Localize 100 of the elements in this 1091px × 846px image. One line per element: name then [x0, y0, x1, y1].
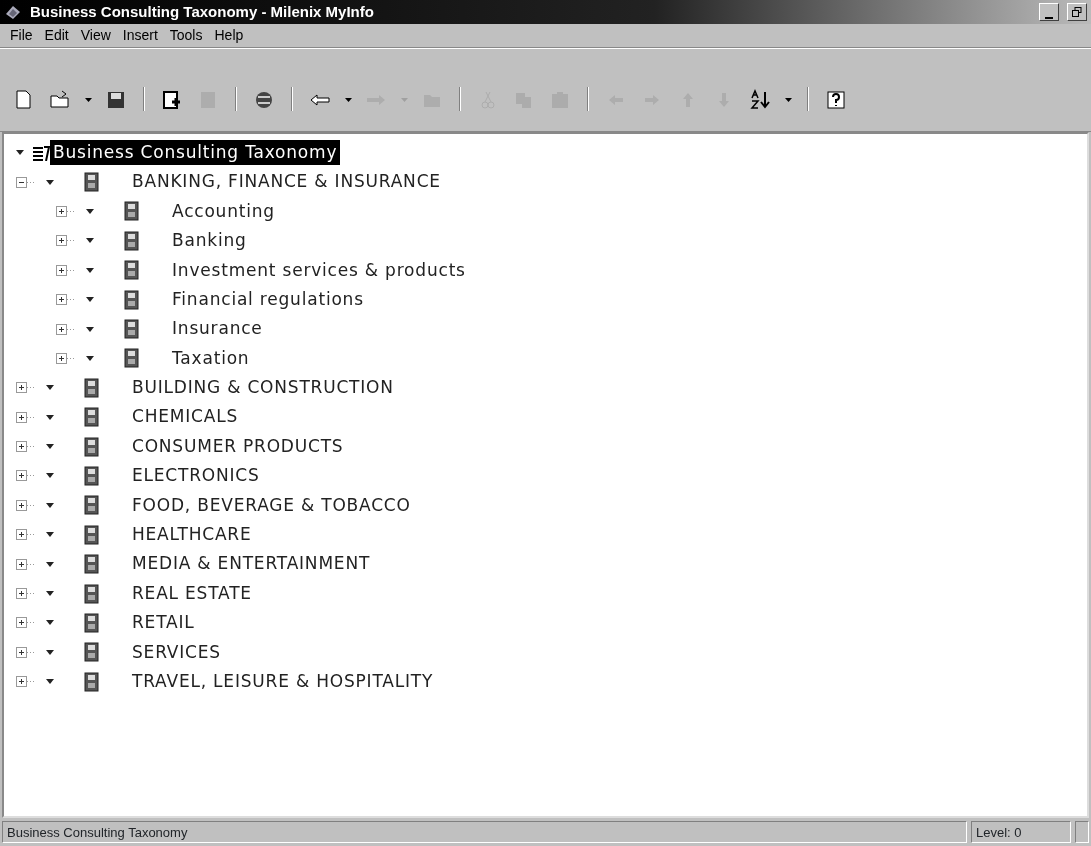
document-icon	[84, 671, 99, 692]
menu-item[interactable]: Edit	[38, 25, 75, 46]
status-text: Business Consulting Taxonomy	[2, 821, 967, 843]
expand-icon	[16, 588, 36, 600]
tree-item[interactable]: BANKING, FINANCE & INSURANCE	[129, 169, 444, 195]
app-icon	[4, 4, 22, 20]
expand-icon	[16, 676, 36, 688]
tree-item[interactable]: FOOD, BEVERAGE & TOBACCO	[129, 492, 414, 519]
caret-icon[interactable]	[86, 297, 94, 303]
document-icon	[84, 377, 99, 398]
document-icon	[84, 554, 99, 575]
caret-icon[interactable]	[86, 326, 94, 332]
document-icon	[124, 289, 139, 310]
caret-icon[interactable]	[46, 620, 54, 626]
caret-icon[interactable]	[46, 414, 54, 420]
document-icon	[84, 612, 99, 633]
tree-item[interactable]: ELECTRONICS	[129, 463, 263, 489]
tree-item[interactable]: Taxation	[169, 345, 253, 372]
caret-icon[interactable]	[46, 561, 54, 567]
tree-item[interactable]: CONSUMER PRODUCTS	[129, 433, 347, 460]
caret-icon[interactable]	[46, 591, 54, 597]
tree-item[interactable]: HEALTHCARE	[129, 522, 255, 548]
caret-icon[interactable]	[86, 238, 94, 244]
expand-icon	[16, 411, 36, 423]
tree-item[interactable]: CHEMICALS	[129, 404, 242, 430]
document-icon	[124, 348, 139, 369]
restore-button[interactable]	[1067, 3, 1087, 21]
tree-item[interactable]: BUILDING & CONSTRUCTION	[129, 375, 397, 401]
expander-button[interactable]	[56, 352, 76, 364]
expand-icon	[56, 205, 76, 217]
document-icon	[84, 583, 99, 604]
caret-icon[interactable]	[16, 150, 24, 156]
caret-icon[interactable]	[46, 179, 54, 185]
menu-item[interactable]: View	[74, 25, 117, 46]
menu-item[interactable]: Help	[208, 25, 250, 46]
expander-button[interactable]	[16, 441, 36, 453]
tree-item[interactable]: Banking	[169, 228, 250, 254]
tree-item[interactable]: SERVICES	[129, 639, 224, 666]
expand-icon	[16, 558, 36, 570]
tree-item[interactable]: TRAVEL, LEISURE & HOSPITALITY	[129, 668, 437, 695]
minimize-button[interactable]	[1039, 3, 1059, 21]
caret-icon[interactable]	[46, 444, 54, 450]
menu-item[interactable]: Insert	[116, 25, 164, 46]
expander-button[interactable]	[56, 205, 76, 217]
tree-item[interactable]: Financial regulations	[169, 286, 367, 313]
expand-icon	[16, 499, 36, 511]
caret-icon	[400, 98, 408, 102]
expander-button[interactable]	[16, 558, 36, 570]
tree-item[interactable]: REAL ESTATE	[129, 580, 255, 607]
expander-button[interactable]	[16, 529, 36, 541]
expander-button[interactable]	[56, 264, 76, 276]
expander-button[interactable]	[16, 411, 36, 423]
tree-item[interactable]: Accounting	[169, 198, 278, 225]
tree-item[interactable]: RETAIL	[129, 610, 198, 636]
expand-icon	[56, 264, 76, 276]
expand-icon	[56, 352, 76, 364]
expander-button[interactable]	[16, 499, 36, 511]
document-icon	[84, 407, 99, 428]
expander-button[interactable]	[56, 323, 76, 335]
document-icon	[84, 436, 99, 457]
caret-icon[interactable]	[46, 473, 54, 479]
expander-button[interactable]	[16, 646, 36, 658]
status-panel	[1075, 821, 1089, 843]
document-icon	[84, 524, 99, 545]
tree-item[interactable]: Investment services & products	[169, 257, 469, 283]
status-level: Level: 0	[971, 821, 1071, 843]
expander-button[interactable]	[56, 294, 76, 306]
expand-icon	[56, 323, 76, 335]
expand-icon	[16, 617, 36, 629]
expander-button[interactable]	[16, 676, 36, 688]
caret-icon	[344, 98, 352, 102]
document-icon	[124, 230, 139, 251]
document-icon	[84, 172, 99, 193]
tree-item[interactable]: Insurance	[169, 316, 266, 342]
document-icon	[124, 260, 139, 281]
document-icon	[84, 495, 99, 516]
caret-icon[interactable]	[86, 208, 94, 214]
expander-button[interactable]	[16, 617, 36, 629]
tree-item[interactable]: Business Consulting Taxonomy	[50, 139, 341, 166]
caret-icon[interactable]	[46, 385, 54, 391]
caret-icon[interactable]	[86, 267, 94, 273]
caret-icon[interactable]	[46, 532, 54, 538]
tree-item[interactable]: MEDIA & ENTERTAINMENT	[129, 551, 374, 577]
sort-icon	[748, 88, 772, 112]
window-title: Business Consulting Taxonomy - Milenix MyInfo	[30, 1, 375, 22]
menu-item[interactable]: Tools	[163, 25, 209, 46]
caret-icon	[784, 98, 792, 102]
expander-button[interactable]	[56, 235, 76, 247]
expander-button[interactable]	[16, 382, 36, 394]
menu-item[interactable]: File	[4, 25, 39, 46]
expander-button[interactable]	[16, 588, 36, 600]
caret-icon[interactable]	[46, 502, 54, 508]
expander-button[interactable]	[16, 470, 36, 482]
caret-icon[interactable]	[86, 355, 94, 361]
help-icon	[824, 88, 848, 112]
expand-icon	[16, 529, 36, 541]
document-icon	[124, 201, 139, 222]
caret-icon[interactable]	[46, 649, 54, 655]
caret-icon[interactable]	[46, 679, 54, 685]
expand-icon	[16, 382, 36, 394]
